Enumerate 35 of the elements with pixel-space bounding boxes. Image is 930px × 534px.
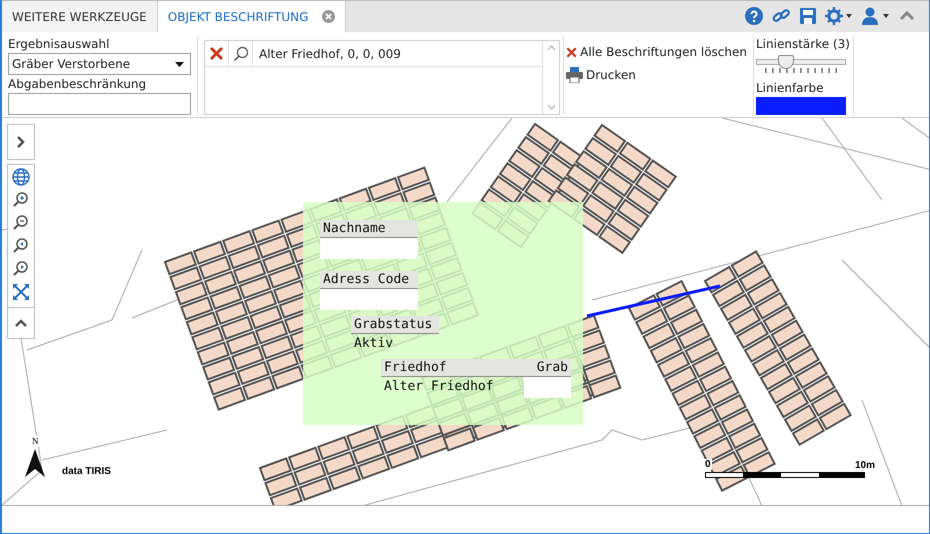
user-icon[interactable] [861,7,891,25]
field-label: Linienfarbe [756,80,824,96]
delete-all-button[interactable]: Alle Beschriftungen löschen [566,41,747,63]
delete-icon[interactable] [209,46,224,61]
line-color-swatch[interactable] [756,97,846,115]
scale-end-label: 10m [854,460,876,471]
print-button[interactable]: Drucken [566,64,747,86]
dropdown-caret-icon [175,62,184,66]
result-select[interactable]: Gräber Verstorbene [8,53,191,75]
close-icon[interactable] [322,10,336,23]
tab[interactable]: WEITERE WERKZEUGE [2,1,158,32]
field-label: Abgabenbeschränkung [8,76,148,92]
north-label: N [31,436,40,447]
save-icon[interactable] [799,7,817,25]
label-value: Aktiv [353,335,394,353]
slider-label: Linienstärke (3) [756,36,847,52]
search-icon[interactable] [232,46,248,62]
settings-icon[interactable] [825,7,853,25]
scale-start-label: 0 [704,459,712,470]
tab[interactable]: OBJEKT BESCHRIFTUNG [158,1,346,32]
attribution-text: data TIRIS [61,466,112,477]
field-label: Ergebnisauswahl [8,36,110,52]
label-value-box [524,377,571,398]
result-item[interactable]: Alter Friedhof, 0, 0, 009 [253,46,401,60]
label-header: Grabstatus [351,316,439,334]
north-arrow-icon [25,449,45,477]
input-field[interactable] [8,93,191,115]
label-header: Adress Code [320,271,418,289]
label-value: Alter Friedhof [383,378,495,396]
label-header: Nachname [320,220,418,238]
slider-thumb[interactable] [778,55,794,69]
help-icon[interactable] [745,7,763,25]
printer-icon [566,67,583,83]
link-icon[interactable] [771,7,791,25]
label-header-row: Friedhof Grab [381,359,571,377]
